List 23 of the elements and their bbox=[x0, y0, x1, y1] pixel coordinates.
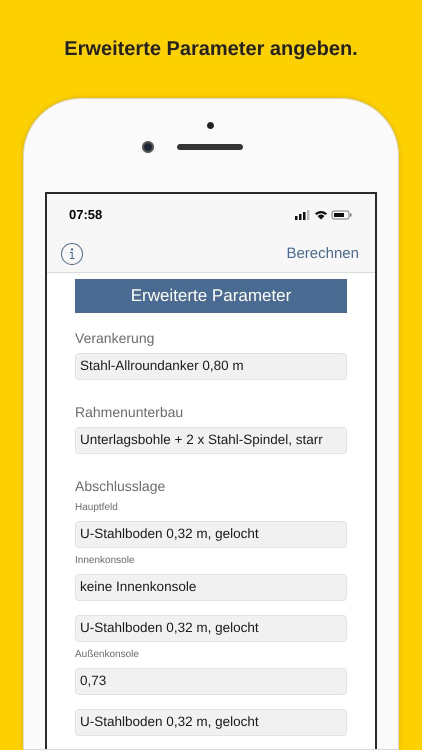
field-label: Hauptfeld bbox=[75, 501, 119, 515]
section-label: Verankerung bbox=[75, 329, 156, 347]
section-label: Abschlusslage bbox=[75, 477, 166, 495]
status-time: 07:58 bbox=[69, 206, 102, 224]
field-label: Außenkonsole bbox=[75, 648, 140, 662]
speaker-icon bbox=[177, 144, 243, 150]
info-button[interactable] bbox=[61, 243, 83, 265]
select-field[interactable]: keine Innenkonsole bbox=[75, 574, 347, 601]
status-icons bbox=[295, 210, 353, 220]
section-label: Rahmenunterbau bbox=[75, 403, 184, 421]
headline: Erweiterte Parameter angeben. bbox=[64, 37, 358, 62]
calculate-button[interactable]: Berechnen bbox=[286, 242, 359, 266]
select-field[interactable]: U-Stahlboden 0,32 m, gelocht bbox=[75, 521, 347, 548]
camera-icon bbox=[142, 141, 154, 153]
field-label: Innenkonsole bbox=[75, 554, 136, 568]
select-field[interactable]: U-Stahlboden 0,32 m, gelocht bbox=[75, 709, 347, 736]
section-banner: Erweiterte Parameter bbox=[75, 279, 347, 313]
info-icon bbox=[69, 248, 75, 260]
select-field[interactable]: U-Stahlboden 0,32 m, gelocht bbox=[75, 615, 347, 642]
select-field[interactable]: 0,73 bbox=[75, 668, 347, 695]
select-field[interactable]: Stahl-Allroundanker 0,80 m bbox=[75, 353, 347, 380]
select-field[interactable]: Unterlagsbohle + 2 x Stahl-Spindel, starr bbox=[75, 427, 347, 454]
sensor-icon bbox=[207, 122, 214, 129]
